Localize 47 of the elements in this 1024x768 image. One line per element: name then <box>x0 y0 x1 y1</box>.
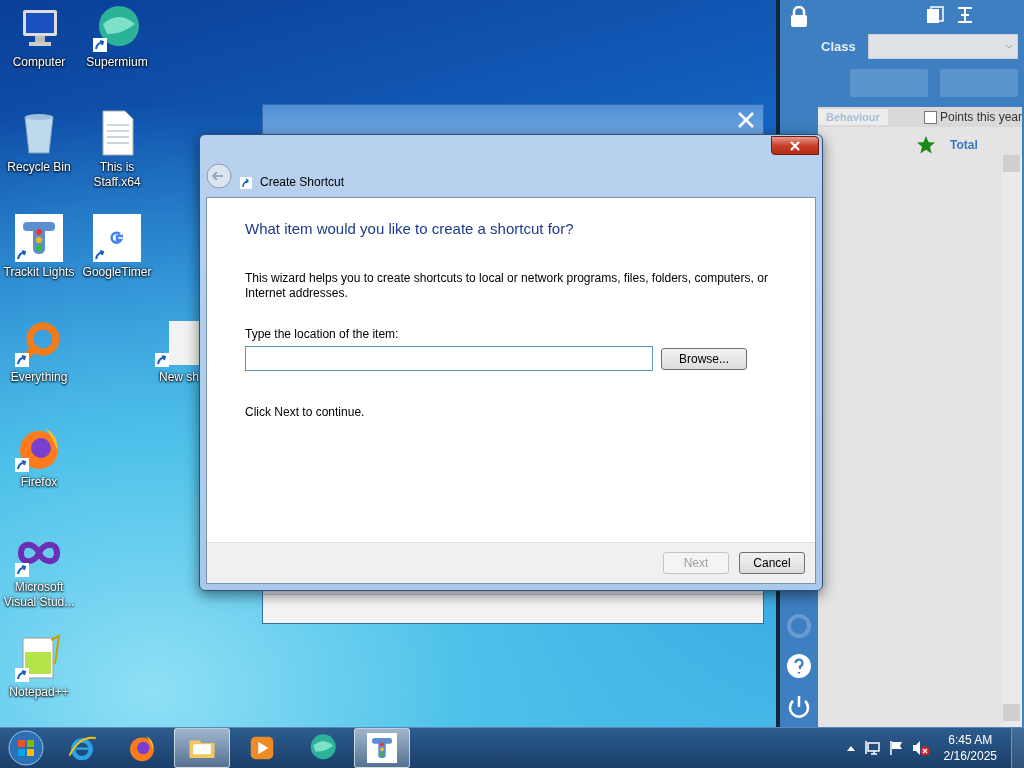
show-desktop-button[interactable] <box>1011 728 1024 768</box>
taskbar-button[interactable] <box>174 728 230 768</box>
desktop-icon-label: Microsoft Visual Stud... <box>2 580 76 610</box>
field-label: Type the location of the item: <box>245 327 400 341</box>
wizard-heading: What item would you like to create a shortcut for? <box>245 220 575 237</box>
traffic-light-icon[interactable] <box>15 214 63 262</box>
flag-icon[interactable] <box>887 740 904 756</box>
checkbox-label: Points this year <box>939 110 1022 124</box>
close-icon[interactable] <box>737 111 755 129</box>
text-cursor-icon[interactable] <box>956 6 974 24</box>
traffic-light-icon[interactable] <box>367 733 397 763</box>
clock[interactable]: 6:45 AM 2/16/2025 <box>943 732 997 764</box>
chevron-down-icon <box>1005 43 1013 50</box>
total-column-header: Total <box>950 138 978 152</box>
desktop-icon-label: Computer <box>12 55 66 70</box>
taskbar-button[interactable] <box>354 728 410 768</box>
power-icon[interactable] <box>786 693 812 721</box>
shortcut-icon <box>240 177 252 189</box>
desktop-icon-label: Notepad++ <box>9 685 69 700</box>
desktop-icon-label: Supermium <box>86 55 148 70</box>
desktop-icon-label: This is Staff.x64 <box>92 160 142 190</box>
padlock-icon[interactable] <box>789 6 809 28</box>
desktop-icon-label: GoogleTimer <box>82 265 152 280</box>
close-button[interactable] <box>771 136 819 155</box>
class-label: Class <box>821 39 856 54</box>
desktop-icon-label: Trackit Lights <box>3 265 75 280</box>
desktop-icon-label: Recycle Bin <box>7 160 71 175</box>
location-field[interactable] <box>245 346 653 371</box>
chevron-up-icon[interactable] <box>845 744 856 752</box>
desktop-icon-label: Firefox <box>20 475 58 490</box>
close-icon <box>790 140 800 151</box>
browse-button[interactable]: Browse... <box>661 347 747 370</box>
copy-icon[interactable] <box>926 6 944 24</box>
dialog-title: Create Shortcut <box>260 175 345 189</box>
desktop-icon-label: Everything <box>10 370 68 385</box>
wizard-description: This wizard helps you to create shortcuts to local or network programs, files, folders, computers, or Internet addresses. <box>245 271 769 301</box>
help-icon[interactable] <box>786 653 812 679</box>
checkbox[interactable] <box>923 110 937 124</box>
start-button[interactable] <box>8 730 44 766</box>
google-icon[interactable] <box>93 214 141 262</box>
dialog-button[interactable]: Cancel <box>739 552 805 574</box>
desktop-icon-label: New sh <box>159 370 199 385</box>
scrollbar[interactable] <box>1002 155 1022 727</box>
wizard-hint: Click Next to continue. <box>245 405 366 419</box>
speaker-muted-icon[interactable] <box>911 740 930 756</box>
network-icon[interactable] <box>863 740 880 756</box>
star-icon <box>916 135 936 155</box>
